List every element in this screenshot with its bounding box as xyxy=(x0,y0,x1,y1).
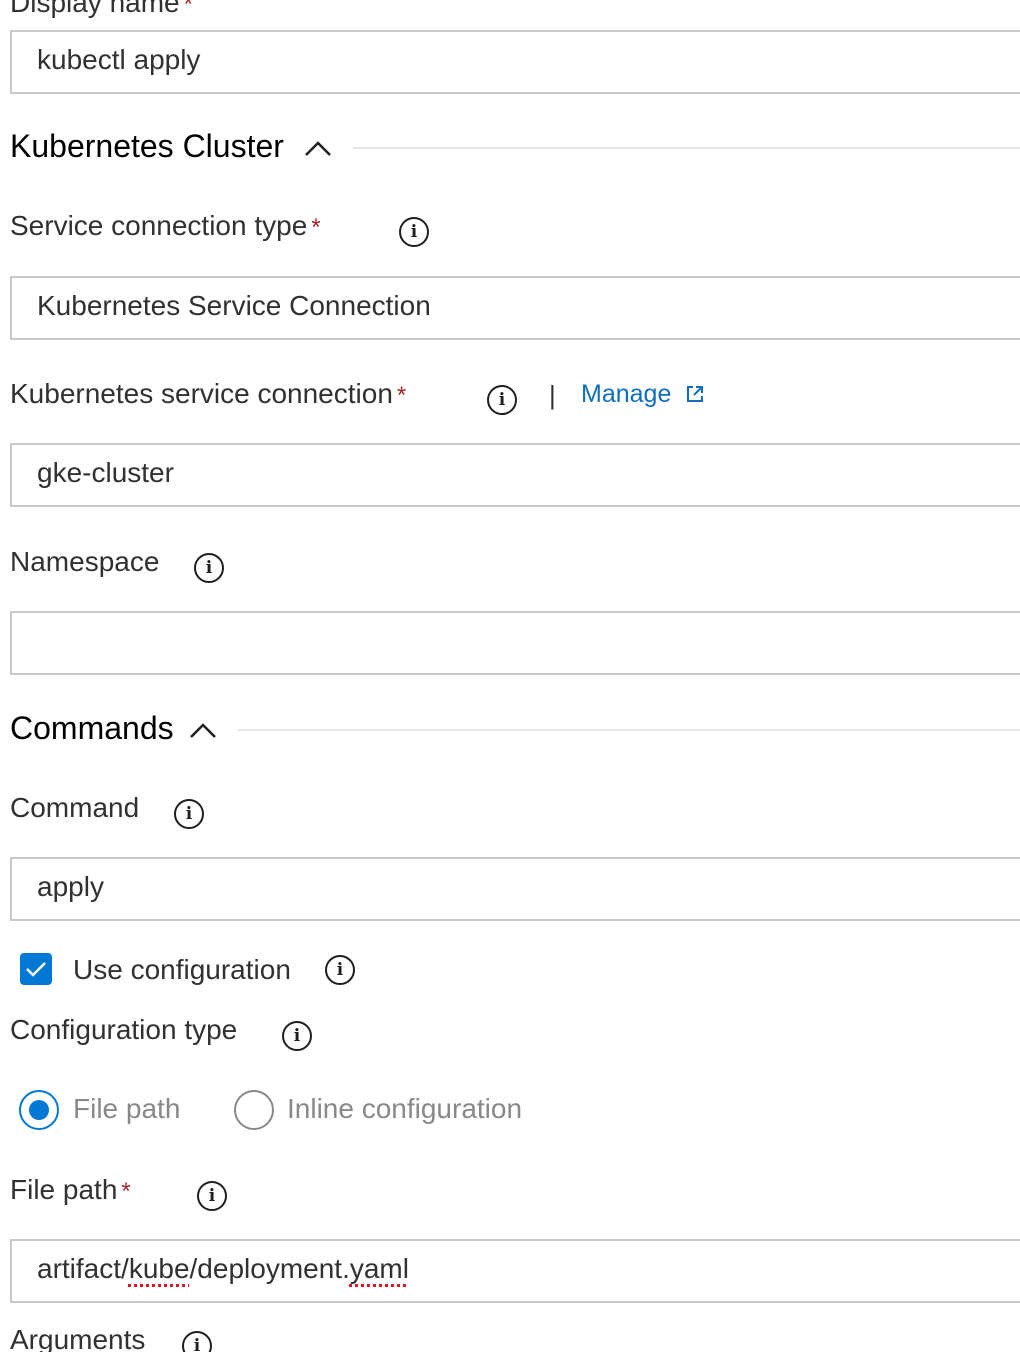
required-marker: * xyxy=(396,382,407,409)
file-path-option-label[interactable]: File path xyxy=(73,1093,180,1125)
service-connection-type-value: Kubernetes Service Connection xyxy=(37,290,431,321)
display-name-label: Display name * xyxy=(10,0,193,22)
manage-link-text: Manage xyxy=(581,380,672,408)
command-label-text: Command xyxy=(10,792,140,823)
service-connection-type-select[interactable]: Kubernetes Service Connection xyxy=(10,276,1020,340)
file-path-radio[interactable] xyxy=(19,1090,59,1130)
file-path-label-text: File path xyxy=(10,1174,118,1205)
use-configuration-label-text: Use configuration xyxy=(73,954,291,985)
configuration-type-label: Configuration type xyxy=(10,1013,237,1047)
kubernetes-service-connection-label: Kubernetes service connection * xyxy=(10,377,406,413)
info-icon[interactable]: i xyxy=(399,217,429,247)
link-separator: | xyxy=(549,380,556,410)
service-connection-type-label-text: Service connection type xyxy=(10,210,308,241)
kubernetes-cluster-title-text: Kubernetes Cluster xyxy=(10,128,284,164)
kubernetes-cluster-section-title[interactable]: Kubernetes Cluster xyxy=(10,127,284,165)
arguments-label-text: Arguments xyxy=(10,1324,146,1352)
command-label: Command xyxy=(10,791,139,825)
file-path-value-part: /deployment. xyxy=(189,1253,350,1284)
configuration-type-label-text: Configuration type xyxy=(10,1014,238,1045)
display-name-label-text: Display name xyxy=(10,0,180,18)
kubernetes-service-connection-label-text: Kubernetes service connection xyxy=(10,378,393,409)
checkmark-icon xyxy=(26,962,46,977)
namespace-label: Namespace xyxy=(10,545,159,579)
file-path-value-misspelled: kube xyxy=(128,1253,190,1284)
chevron-up-icon[interactable] xyxy=(303,138,333,158)
arguments-label: Arguments xyxy=(10,1323,145,1352)
info-icon[interactable]: i xyxy=(174,799,204,829)
section-divider xyxy=(353,147,1020,149)
commands-title-text: Commands xyxy=(10,710,174,746)
display-name-value: kubectl apply xyxy=(37,44,201,75)
chevron-up-icon[interactable] xyxy=(188,720,218,740)
info-icon[interactable]: i xyxy=(182,1331,212,1352)
file-path-label: File path * xyxy=(10,1173,131,1209)
namespace-input[interactable] xyxy=(10,611,1020,675)
required-marker: * xyxy=(121,1178,131,1205)
info-icon[interactable]: i xyxy=(197,1181,227,1211)
info-icon[interactable]: i xyxy=(325,955,355,985)
service-connection-type-label: Service connection type * xyxy=(10,209,321,245)
manage-link[interactable]: Manage xyxy=(581,380,671,409)
command-value: apply xyxy=(37,871,104,902)
kubernetes-service-connection-value: gke-cluster xyxy=(37,457,174,488)
use-configuration-label[interactable]: Use configuration xyxy=(73,953,291,987)
required-marker: * xyxy=(311,214,321,241)
external-link-icon[interactable] xyxy=(685,384,705,404)
command-select[interactable]: apply xyxy=(10,857,1020,921)
task-settings-panel: Display name * kubectl apply Kubernetes C… xyxy=(0,0,1020,1352)
radio-selected-dot xyxy=(29,1100,49,1120)
file-path-input[interactable]: artifact/kube/deployment.yaml xyxy=(10,1239,1020,1303)
inline-configuration-radio[interactable] xyxy=(234,1090,274,1130)
info-icon[interactable]: i xyxy=(194,553,224,583)
commands-section-title[interactable]: Commands xyxy=(10,709,174,747)
inline-configuration-option-text: Inline configuration xyxy=(287,1093,523,1124)
file-path-option-text: File path xyxy=(73,1093,181,1124)
inline-configuration-option-label[interactable]: Inline configuration xyxy=(287,1093,522,1125)
info-icon[interactable]: i xyxy=(487,385,517,415)
use-configuration-checkbox[interactable] xyxy=(20,953,52,985)
required-marker: * xyxy=(183,0,193,18)
info-icon[interactable]: i xyxy=(282,1021,312,1051)
kubernetes-service-connection-select[interactable]: gke-cluster xyxy=(10,443,1020,507)
file-path-value-misspelled: yaml xyxy=(349,1253,409,1284)
file-path-value-part: artifact/ xyxy=(37,1253,129,1284)
namespace-label-text: Namespace xyxy=(10,546,160,577)
display-name-input[interactable]: kubectl apply xyxy=(10,30,1020,94)
section-divider xyxy=(238,729,1020,731)
